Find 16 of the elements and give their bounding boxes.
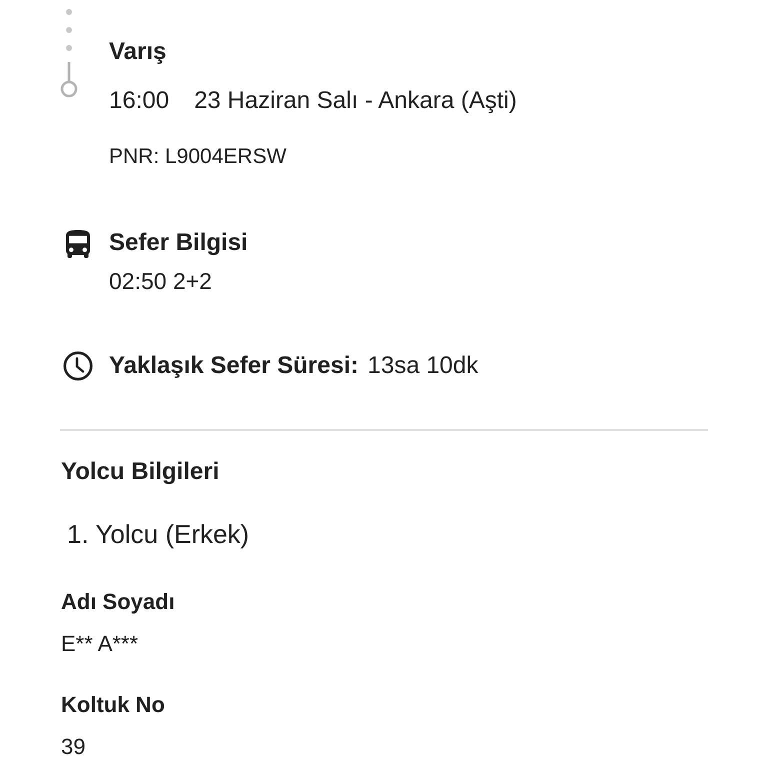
field-label: Koltuk No (61, 691, 166, 719)
clock-icon (63, 351, 93, 381)
field-value: 39 (61, 733, 86, 761)
field-value: E** A*** (61, 630, 140, 658)
trip-info-title: Sefer Bilgisi (109, 228, 248, 258)
arrival-details: 23 Haziran Salı - Ankara (Aşti) (194, 86, 517, 116)
arrival-title: Varış (109, 37, 168, 67)
bus-icon (66, 230, 90, 258)
passengers-title: Yolcu Bilgileri (61, 457, 220, 487)
pnr-code: PNR: L9004ERSW (109, 144, 288, 170)
passenger-heading: 1. Yolcu (Erkek) (66, 518, 250, 551)
field-label: Adı Soyadı (61, 588, 176, 616)
duration-label: Yaklaşık Sefer Süresi: (109, 351, 358, 381)
arrival-time: 16:00 (109, 86, 170, 116)
duration-value: 13sa 10dk (368, 351, 478, 381)
trip-info-value: 02:50 2+2 (109, 267, 213, 296)
